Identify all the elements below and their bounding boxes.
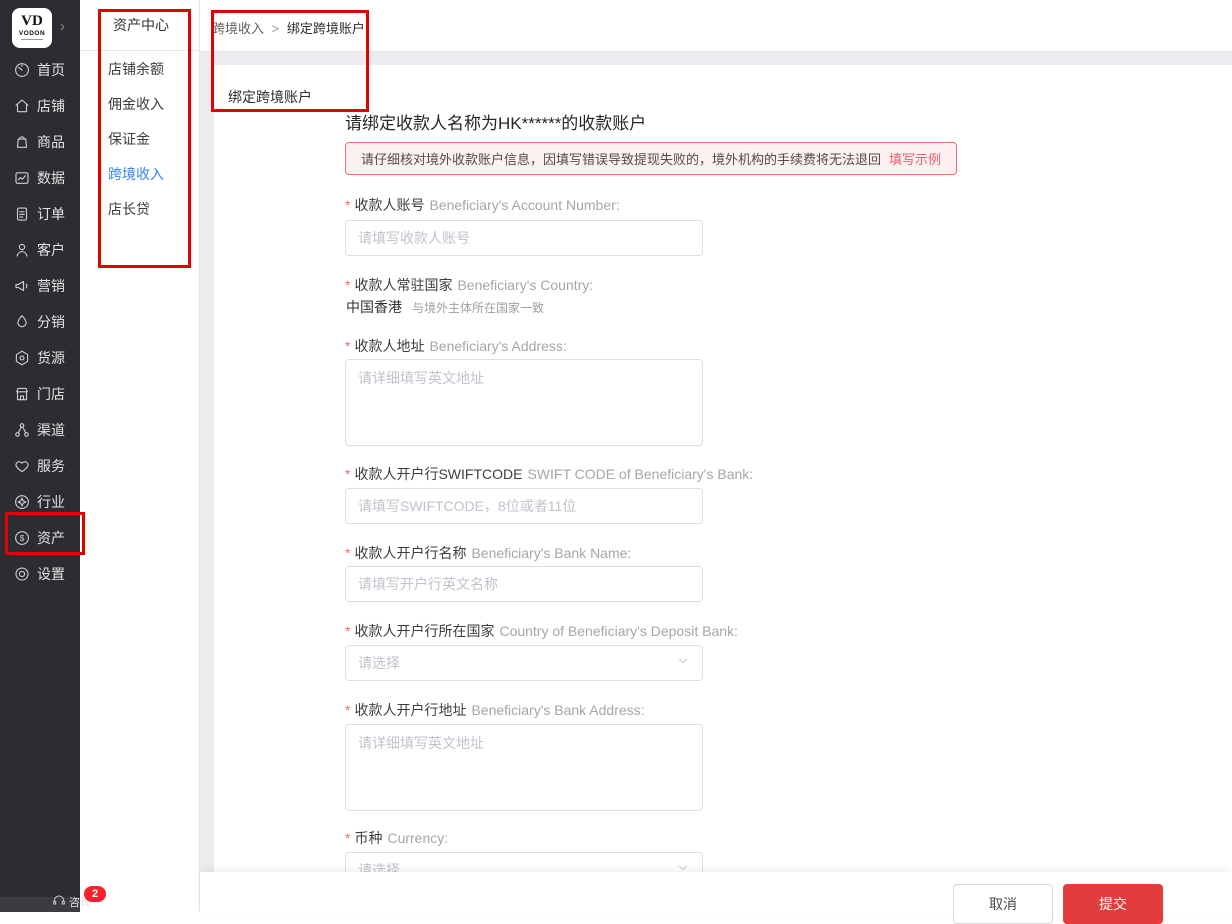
industry-icon [13,493,31,511]
sidebar-item-assets[interactable]: $ 资产 [0,520,80,556]
distribution-icon [13,313,31,331]
headset-icon [51,892,67,908]
breadcrumb: 跨境收入 > 绑定跨境账户 [212,18,365,37]
sidebar-item-channels[interactable]: 渠道 [0,412,80,448]
field-label-account-number: *收款人账号Beneficiary's Account Number: [345,195,620,215]
settings-icon [13,565,31,583]
submenu-item-shop-balance[interactable]: 店铺余额 [80,51,199,86]
support-entry[interactable]: 咨询 2 [0,897,80,912]
action-footer: 取消 提交 [200,872,1232,912]
store-icon [13,385,31,403]
goods-icon [13,133,31,151]
dashboard-icon [13,61,31,79]
logo-name: VODON [19,30,45,37]
asset-icon: $ [13,529,31,547]
field-label-country: *收款人常驻国家Beneficiary's Country: [345,275,593,295]
bank-address-textarea[interactable] [345,724,703,811]
service-icon [13,457,31,475]
svg-text:$: $ [20,534,25,543]
field-label-bank-country: *收款人开户行所在国家Country of Beneficiary's Depo… [345,621,738,641]
data-icon [13,169,31,187]
field-label-bank-name: *收款人开户行名称Beneficiary's Bank Name: [345,543,631,563]
field-label-address: *收款人地址Beneficiary's Address: [345,336,567,356]
order-icon [13,205,31,223]
breadcrumb-bar: 跨境收入 > 绑定跨境账户 [200,0,1232,52]
warning-banner: 请仔细核对境外收款账户信息，因填写错误导致提现失败的，境外机构的手续费将无法退回… [345,142,957,175]
shop-icon [13,97,31,115]
form-card: 绑定跨境账户 请绑定收款人名称为HK******的收款账户 请仔细核对境外收款账… [214,65,1232,872]
logo-caption [21,39,43,42]
cancel-button[interactable]: 取消 [953,884,1053,924]
chevron-down-icon [676,861,690,873]
page-title: 绑定跨境账户 [228,87,312,107]
submenu-item-commission-income[interactable]: 佣金收入 [80,86,199,121]
sidebar-item-stores[interactable]: 门店 [0,376,80,412]
bank-name-input[interactable] [345,566,703,602]
country-value: 中国香港与境外主体所在国家一致 [346,297,544,317]
submenu-item-owner-loan[interactable]: 店长贷 [80,191,199,226]
supply-icon [13,349,31,367]
sidebar-item-settings[interactable]: 设置 [0,556,80,592]
field-label-bank-address: *收款人开户行地址Beneficiary's Bank Address: [345,700,645,720]
logo-monogram: VD [21,14,43,29]
sidebar-item-data[interactable]: 数据 [0,160,80,196]
sidebar-item-marketing[interactable]: 营销 [0,268,80,304]
sidebar-expand-icon[interactable]: › [60,18,65,35]
breadcrumb-parent[interactable]: 跨境收入 [212,21,264,36]
primary-sidebar: VD VODON › 首页 店铺 商品 数据 订单 客户 营销 分销 货源 [0,0,80,912]
address-textarea[interactable] [345,359,703,446]
chevron-down-icon [676,654,690,673]
secondary-sidebar: 资产中心 店铺余额 佣金收入 保证金 跨境收入 店长贷 [80,0,200,912]
sidebar-item-industry[interactable]: 行业 [0,484,80,520]
marketing-icon [13,277,31,295]
fill-example-link[interactable]: 填写示例 [889,149,941,168]
brand-logo[interactable]: VD VODON [12,8,52,48]
swiftcode-input[interactable] [345,488,703,524]
customer-icon [13,241,31,259]
sidebar-item-shop[interactable]: 店铺 [0,88,80,124]
breadcrumb-separator: > [272,21,280,36]
sidebar-item-distribution[interactable]: 分销 [0,304,80,340]
country-hint: 与境外主体所在国家一致 [412,301,544,315]
submenu-title: 资产中心 [80,0,199,51]
sidebar-item-supply[interactable]: 货源 [0,340,80,376]
breadcrumb-current: 绑定跨境账户 [287,21,365,36]
sidebar-item-goods[interactable]: 商品 [0,124,80,160]
sidebar-item-orders[interactable]: 订单 [0,196,80,232]
currency-select[interactable]: 请选择 [345,852,703,872]
notification-badge: 2 [84,886,106,902]
form-heading: 请绑定收款人名称为HK******的收款账户 [345,109,646,134]
submenu-item-deposit[interactable]: 保证金 [80,121,199,156]
channel-icon [13,421,31,439]
submenu-item-crossborder-income[interactable]: 跨境收入 [80,156,199,191]
sidebar-item-home[interactable]: 首页 [0,52,80,88]
sidebar-item-services[interactable]: 服务 [0,448,80,484]
field-label-swiftcode: *收款人开户行SWIFTCODESWIFT CODE of Beneficiar… [345,464,753,484]
bank-country-select[interactable]: 请选择 [345,645,703,681]
warning-text: 请仔细核对境外收款账户信息，因填写错误导致提现失败的，境外机构的手续费将无法退回 [361,149,881,168]
field-label-currency: *币种Currency: [345,828,448,848]
submit-button[interactable]: 提交 [1063,884,1163,924]
account-number-input[interactable] [345,220,703,256]
sidebar-item-customers[interactable]: 客户 [0,232,80,268]
main-content: 跨境收入 > 绑定跨境账户 绑定跨境账户 请绑定收款人名称为HK******的收… [200,0,1232,912]
